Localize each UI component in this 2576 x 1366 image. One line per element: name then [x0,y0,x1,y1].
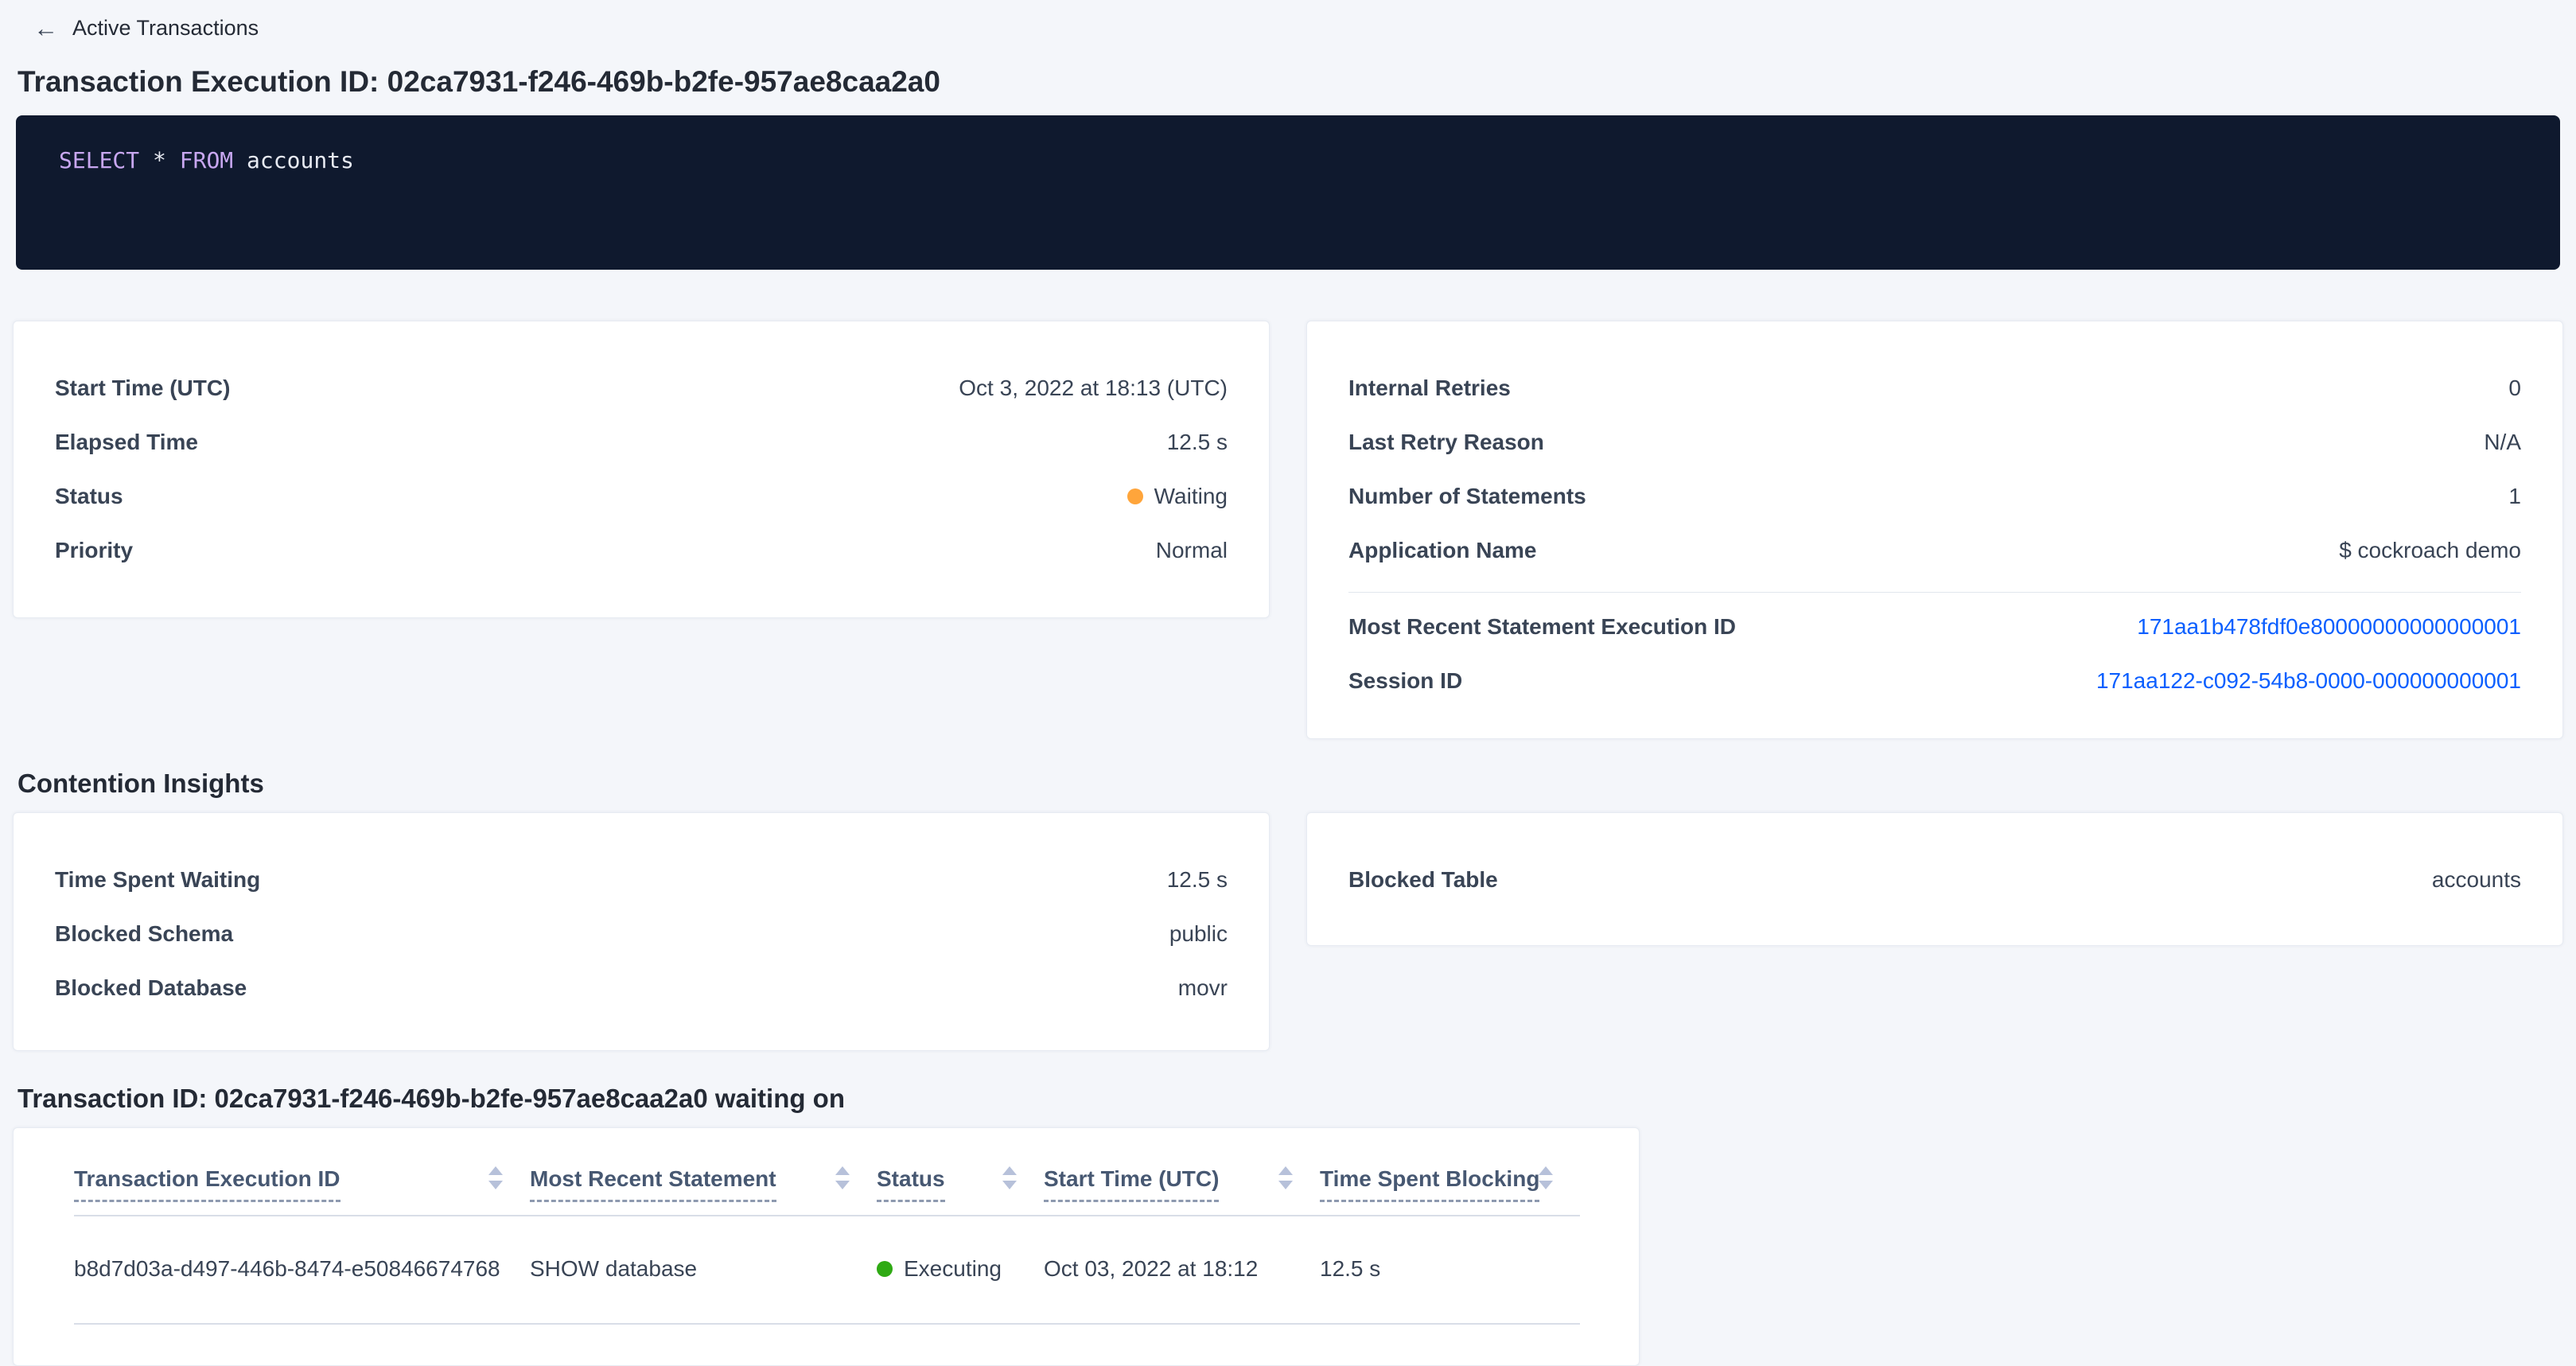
statement-execution-id-link[interactable]: 171aa1b478fdf0e80000000000000001 [2137,614,2521,640]
row-label: Priority [55,538,133,563]
status-text: Waiting [1154,484,1228,508]
row-value: $ cockroach demo [2339,538,2521,563]
cell-most-recent-statement: SHOW database [530,1216,877,1324]
column-header-status[interactable]: Status [877,1128,1044,1216]
breadcrumb-label: Active Transactions [72,16,259,41]
row-blocked-table: Blocked Table accounts [1348,853,2521,907]
cell-transaction-execution-id: b8d7d03a-d497-446b-8474-e50846674768 [74,1216,530,1324]
row-label: Blocked Schema [55,921,233,947]
table-row: b8d7d03a-d497-446b-8474-e50846674768 SHO… [74,1216,1580,1324]
row-value: public [1169,921,1228,947]
back-link-active-transactions[interactable]: ← Active Transactions [33,11,259,41]
session-id-link[interactable]: 171aa122-c092-54b8-0000-000000000001 [2096,668,2521,694]
row-blocked-schema: Blocked Schema public [55,907,1228,961]
summary-cards-row: Start Time (UTC) Oct 3, 2022 at 18:13 (U… [13,321,2563,739]
row-value: 12.5 s [1167,430,1228,455]
cell-status: Executing [877,1216,1044,1324]
sort-arrows-icon [1002,1166,1017,1189]
back-arrow-icon: ← [33,16,58,41]
row-label: Number of Statements [1348,484,1586,509]
contention-insights-heading: Contention Insights [18,768,2563,800]
status-executing-dot-icon [877,1261,893,1277]
sort-arrows-icon [835,1166,850,1189]
row-label: Time Spent Waiting [55,867,260,893]
waiting-transactions-table-card: Transaction Execution ID Most Recent Sta… [13,1127,1640,1366]
column-header-transaction-execution-id[interactable]: Transaction Execution ID [74,1128,530,1216]
row-number-of-statements: Number of Statements 1 [1348,469,2521,523]
column-header-time-spent-blocking[interactable]: Time Spent Blocking [1320,1128,1580,1216]
row-last-retry-reason: Last Retry Reason N/A [1348,415,2521,469]
page: ← Active Transactions Transaction Execut… [0,0,2576,1366]
status-waiting-dot-icon [1127,488,1143,504]
sql-table-name: accounts [247,147,354,173]
sql-statement-box: SELECT * FROM accounts [16,115,2560,270]
column-header-label: Transaction Execution ID [74,1166,340,1202]
row-label: Start Time (UTC) [55,376,230,401]
row-label: Internal Retries [1348,376,1511,401]
row-value: Oct 3, 2022 at 18:13 (UTC) [959,376,1228,401]
row-value: 12.5 s [1167,867,1228,893]
row-label: Last Retry Reason [1348,430,1544,455]
column-header-start-time[interactable]: Start Time (UTC) [1044,1128,1320,1216]
column-header-label: Status [877,1166,945,1202]
sort-arrows-icon [1539,1166,1553,1189]
column-header-most-recent-statement[interactable]: Most Recent Statement [530,1128,877,1216]
row-internal-retries: Internal Retries 0 [1348,361,2521,415]
page-title: Transaction Execution ID: 02ca7931-f246-… [18,64,2563,99]
column-header-label: Most Recent Statement [530,1166,776,1202]
sql-keyword-from: FROM [180,147,233,173]
sql-keyword-select: SELECT [59,147,139,173]
row-most-recent-statement-execution-id: Most Recent Statement Execution ID 171aa… [1348,600,2521,654]
row-start-time: Start Time (UTC) Oct 3, 2022 at 18:13 (U… [55,361,1228,415]
sort-arrows-icon [488,1166,503,1189]
row-value: 1 [2508,484,2521,509]
row-label: Status [55,484,123,509]
row-blocked-database: Blocked Database movr [55,961,1228,1015]
sql-statement: SELECT * FROM accounts [59,147,2517,173]
row-value: accounts [2432,867,2521,893]
row-label: Elapsed Time [55,430,198,455]
cell-time-spent-blocking: 12.5 s [1320,1216,1580,1324]
column-header-label: Start Time (UTC) [1044,1166,1219,1202]
row-status: Status Waiting [55,469,1228,523]
row-label: Most Recent Statement Execution ID [1348,614,1736,640]
row-value: 0 [2508,376,2521,401]
table-header-row: Transaction Execution ID Most Recent Sta… [74,1128,1580,1216]
waiting-on-heading: Transaction ID: 02ca7931-f246-469b-b2fe-… [18,1083,2563,1115]
cell-start-time: Oct 03, 2022 at 18:12 [1044,1216,1320,1324]
row-value: Normal [1156,538,1228,563]
row-time-spent-waiting: Time Spent Waiting 12.5 s [55,853,1228,907]
row-value: movr [1178,975,1228,1001]
status-value: Waiting [1127,484,1228,509]
column-header-label: Time Spent Blocking [1320,1166,1539,1202]
sort-arrows-icon [1278,1166,1293,1189]
row-session-id: Session ID 171aa122-c092-54b8-0000-00000… [1348,654,2521,708]
contention-details-card: Time Spent Waiting 12.5 s Blocked Schema… [13,812,1270,1051]
row-label: Application Name [1348,538,1536,563]
waiting-transactions-table: Transaction Execution ID Most Recent Sta… [74,1128,1580,1325]
transaction-summary-card: Start Time (UTC) Oct 3, 2022 at 18:13 (U… [13,321,1270,618]
blocked-table-card: Blocked Table accounts [1306,812,2563,946]
row-label: Blocked Database [55,975,247,1001]
row-elapsed-time: Elapsed Time 12.5 s [55,415,1228,469]
row-priority: Priority Normal [55,523,1228,578]
sql-star: * [153,147,166,173]
row-value: N/A [2484,430,2521,455]
row-label: Session ID [1348,668,1462,694]
row-application-name: Application Name $ cockroach demo [1348,523,2521,578]
status-text: Executing [904,1256,1002,1281]
row-label: Blocked Table [1348,867,1498,893]
contention-cards-row: Time Spent Waiting 12.5 s Blocked Schema… [13,812,2563,1051]
transaction-details-card: Internal Retries 0 Last Retry Reason N/A… [1306,321,2563,739]
card-divider [1348,592,2521,593]
